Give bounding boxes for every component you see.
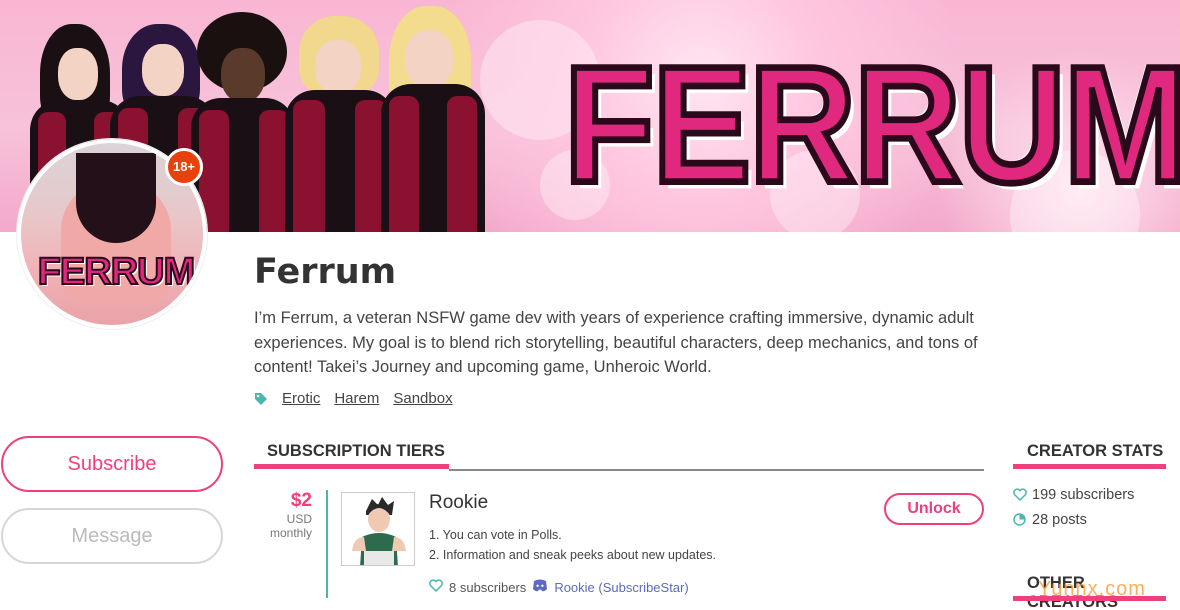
tag-icon [254, 392, 268, 406]
creator-bio: I’m Ferrum, a veteran NSFW game dev with… [254, 309, 978, 376]
tier-discord-role-link[interactable]: Rookie (SubscribeStar) [554, 580, 688, 595]
age-restriction-badge: 18+ [165, 148, 203, 186]
unlock-tier-button[interactable]: Unlock [884, 493, 984, 525]
tag-harem[interactable]: Harem [334, 390, 379, 407]
discord-icon [532, 579, 548, 595]
section-divider [449, 469, 984, 471]
tag-erotic[interactable]: Erotic [282, 390, 320, 407]
posts-icon [1013, 512, 1027, 528]
heart-icon [429, 579, 443, 595]
tier-perk: 2. Information and sneak peeks about new… [429, 548, 716, 562]
tier-subscriber-count: 8 subscribers [449, 579, 527, 595]
tier-meta: 8 subscribers Rookie (SubscribeStar) [429, 579, 689, 595]
stat-posts-value: 28 posts [1032, 512, 1087, 528]
stat-subscribers-value: 199 subscribers [1032, 487, 1135, 503]
tier-price-amount: $2 [290, 490, 312, 511]
tier-name: Rookie [429, 492, 489, 513]
tier-perk: 1. You can vote in Polls. [429, 528, 562, 542]
section-accent-underline [1013, 464, 1166, 469]
stat-posts: 28 posts [1013, 512, 1087, 528]
tier-price-period: monthly [269, 526, 312, 540]
subscribe-button[interactable]: Subscribe [1, 436, 223, 492]
subscription-tiers-heading: SUBSCRIPTION TIERS [267, 442, 445, 460]
stat-subscribers: 199 subscribers [1013, 487, 1134, 503]
tier-image [341, 492, 415, 566]
heart-icon [1013, 487, 1027, 503]
creator-stats-heading: CREATOR STATS [1027, 442, 1164, 460]
watermark: Yunnx.com [1038, 578, 1146, 600]
tag-sandbox[interactable]: Sandbox [393, 390, 452, 407]
tag-list: Erotic Harem Sandbox [254, 390, 453, 407]
section-accent-underline [254, 464, 449, 469]
banner-logo: FERRUM [561, 32, 1180, 218]
tier-price: $2 USD monthly [254, 490, 312, 540]
tier-divider [326, 490, 328, 598]
tier-price-currency: USD [286, 512, 312, 526]
creator-name: Ferrum [254, 252, 397, 292]
message-button[interactable]: Message [1, 508, 223, 564]
avatar-logo: FERRUM [37, 250, 197, 294]
